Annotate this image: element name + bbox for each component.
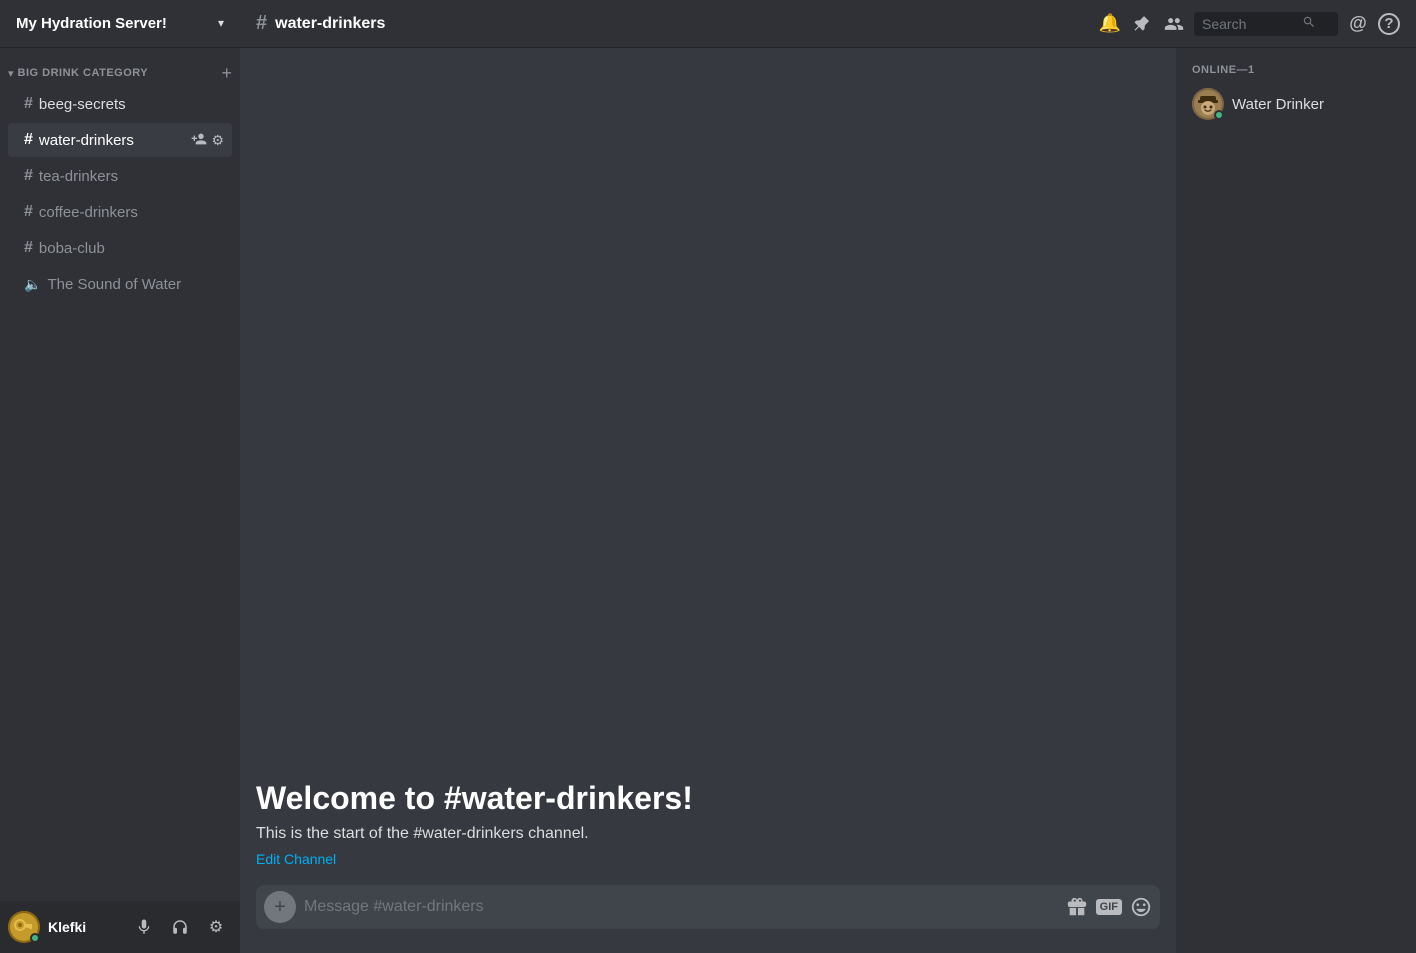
server-dropdown-icon: ▾ bbox=[218, 16, 224, 30]
channel-hash-icon-tea: # bbox=[24, 167, 33, 185]
channel-hash-icon-coffee: # bbox=[24, 203, 33, 221]
help-icon[interactable]: ? bbox=[1378, 13, 1400, 35]
member-status-dot bbox=[1214, 110, 1224, 120]
right-panel: ONLINE—1 bbox=[1176, 48, 1416, 953]
welcome-section: Welcome to #water-drinkers! This is the … bbox=[240, 748, 1176, 885]
input-right-icons: GIF bbox=[1058, 896, 1152, 918]
user-settings-button[interactable]: ⚙ bbox=[200, 911, 232, 943]
header-icons: 🔔 @ ? bbox=[1098, 12, 1416, 36]
user-controls: ⚙ bbox=[128, 911, 232, 943]
emoji-icon[interactable] bbox=[1130, 896, 1152, 918]
channel-name-boba-club: boba-club bbox=[39, 240, 224, 257]
member-item-water-drinker[interactable]: Water Drinker bbox=[1184, 84, 1408, 124]
user-avatar-area[interactable] bbox=[8, 911, 40, 943]
online-header: ONLINE—1 bbox=[1184, 64, 1408, 76]
message-add-button[interactable]: + bbox=[264, 891, 296, 923]
sidebar: ▾ BIG DRINK CATEGORY + # beeg-secrets ⚙ … bbox=[0, 48, 240, 953]
voice-channel-icon: 🔈 bbox=[24, 276, 41, 293]
chat-messages: Welcome to #water-drinkers! This is the … bbox=[240, 48, 1176, 885]
top-bar: My Hydration Server! ▾ # water-drinkers … bbox=[0, 0, 1416, 48]
channel-header-hash-icon: # bbox=[256, 12, 267, 35]
channel-name-water-drinkers: water-drinkers bbox=[39, 132, 192, 149]
welcome-title: Welcome to #water-drinkers! bbox=[256, 780, 1160, 817]
edit-channel-link[interactable]: Edit Channel bbox=[256, 851, 336, 867]
category-add-icon[interactable]: + bbox=[221, 64, 232, 82]
headphones-button[interactable] bbox=[164, 911, 196, 943]
user-status-dot bbox=[30, 933, 40, 943]
sidebar-item-tea-drinkers[interactable]: # tea-drinkers bbox=[8, 159, 232, 193]
pin-icon[interactable] bbox=[1130, 12, 1154, 36]
username-label: Klefki bbox=[48, 919, 120, 935]
message-input-box: + GIF bbox=[256, 885, 1160, 929]
sidebar-item-water-drinkers[interactable]: # water-drinkers ⚙ bbox=[8, 123, 232, 157]
members-icon[interactable] bbox=[1162, 12, 1186, 36]
category-label: BIG DRINK CATEGORY bbox=[18, 67, 222, 79]
channel-actions-water-drinkers: ⚙ bbox=[191, 131, 224, 150]
sidebar-item-beeg-secrets[interactable]: # beeg-secrets ⚙ bbox=[8, 87, 232, 121]
sidebar-item-sound-of-water[interactable]: 🔈 The Sound of Water bbox=[8, 267, 232, 301]
sidebar-item-coffee-drinkers[interactable]: # coffee-drinkers bbox=[8, 195, 232, 229]
chat-area: Welcome to #water-drinkers! This is the … bbox=[240, 48, 1176, 953]
at-icon[interactable]: @ bbox=[1346, 12, 1370, 36]
channel-header-name: water-drinkers bbox=[275, 15, 385, 33]
search-icon bbox=[1302, 15, 1316, 32]
user-bottom-bar: Klefki ⚙ bbox=[0, 901, 240, 953]
member-name-water-drinker: Water Drinker bbox=[1232, 96, 1324, 113]
welcome-desc: This is the start of the #water-drinkers… bbox=[256, 825, 1160, 843]
channel-hash-icon-active: # bbox=[24, 131, 33, 149]
server-name: My Hydration Server! bbox=[16, 15, 218, 32]
message-input-area: + GIF bbox=[240, 885, 1176, 953]
channel-hash-icon: # bbox=[24, 95, 33, 113]
message-input[interactable] bbox=[304, 898, 1058, 916]
gift-icon[interactable] bbox=[1066, 896, 1088, 918]
search-box[interactable] bbox=[1194, 12, 1338, 36]
mic-button[interactable] bbox=[128, 911, 160, 943]
server-name-area[interactable]: My Hydration Server! ▾ bbox=[0, 0, 240, 48]
member-avatar-area bbox=[1192, 88, 1224, 120]
channel-header: # water-drinkers bbox=[240, 12, 1098, 35]
channel-hash-icon-boba: # bbox=[24, 239, 33, 257]
channel-name-beeg-secrets: beeg-secrets bbox=[39, 96, 224, 113]
category-chevron-icon: ▾ bbox=[8, 67, 14, 80]
settings-gear-icon-active[interactable]: ⚙ bbox=[211, 132, 224, 149]
category-header[interactable]: ▾ BIG DRINK CATEGORY + bbox=[0, 48, 240, 86]
add-person-icon-active[interactable] bbox=[191, 131, 207, 150]
gif-button[interactable]: GIF bbox=[1096, 899, 1122, 915]
sidebar-item-boba-club[interactable]: # boba-club bbox=[8, 231, 232, 265]
channel-name-sound-of-water: The Sound of Water bbox=[47, 276, 224, 293]
channel-name-tea-drinkers: tea-drinkers bbox=[39, 168, 224, 185]
main-layout: ▾ BIG DRINK CATEGORY + # beeg-secrets ⚙ … bbox=[0, 48, 1416, 953]
search-input[interactable] bbox=[1202, 16, 1302, 32]
bell-icon[interactable]: 🔔 bbox=[1098, 12, 1122, 36]
channel-name-coffee-drinkers: coffee-drinkers bbox=[39, 204, 224, 221]
